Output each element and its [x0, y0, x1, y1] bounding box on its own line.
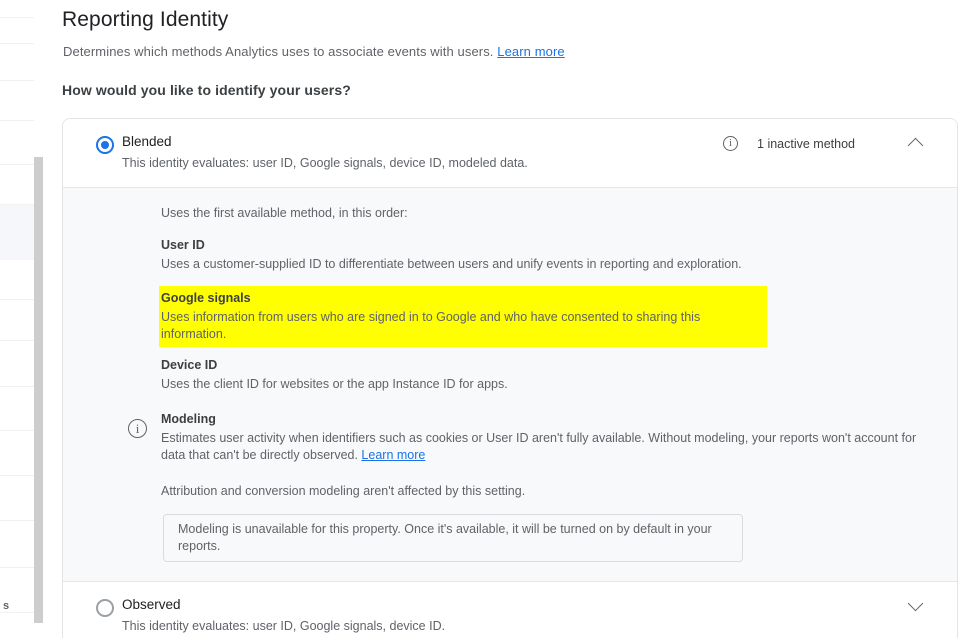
sidebar-row[interactable]	[0, 341, 34, 387]
identity-question-label: How would you like to identify your user…	[62, 82, 351, 98]
sidebar-row[interactable]	[0, 18, 34, 44]
method-device-id-desc: Uses the client ID for websites or the a…	[161, 376, 957, 393]
info-icon: i	[128, 419, 147, 438]
radio-blended[interactable]	[96, 136, 114, 154]
modeling-title: Modeling	[161, 411, 921, 428]
sidebar-row[interactable]	[0, 260, 34, 300]
sidebar-partial: s	[0, 0, 34, 638]
method-user-id: User ID Uses a customer-supplied ID to d…	[161, 237, 957, 273]
main-content: Reporting Identity Determines which meth…	[62, 0, 975, 638]
method-user-id-name: User ID	[161, 237, 957, 254]
sidebar-row[interactable]	[0, 121, 34, 165]
option-observed-header[interactable]: Observed This identity evaluates: user I…	[63, 582, 957, 638]
option-blended-body: Uses the first available method, in this…	[63, 188, 957, 581]
methods-intro: Uses the first available method, in this…	[161, 205, 957, 221]
method-device-id-name: Device ID	[161, 357, 957, 374]
sidebar-row[interactable]	[0, 0, 34, 18]
attribution-note: Attribution and conversion modeling aren…	[161, 483, 957, 500]
modeling-desc-text: Estimates user activity when identifiers…	[161, 431, 916, 462]
reporting-identity-screen: s Reporting Identity Determines which me…	[0, 0, 975, 638]
info-icon[interactable]: i	[723, 136, 738, 151]
method-google-signals-name: Google signals	[161, 290, 765, 307]
sidebar-row-selected[interactable]	[0, 205, 34, 260]
sidebar-row[interactable]	[0, 300, 34, 341]
sidebar-row[interactable]	[0, 81, 34, 121]
sidebar-row[interactable]	[0, 165, 34, 205]
sidebar-scrollbar-thumb[interactable]	[34, 157, 43, 623]
option-blended-header[interactable]: Blended This identity evaluates: user ID…	[63, 119, 957, 187]
option-blended-title: Blended	[122, 133, 528, 151]
modeling-learn-more-link[interactable]: Learn more	[361, 448, 425, 462]
method-google-signals-highlighted: Google signals Uses information from use…	[159, 286, 767, 347]
sidebar-row[interactable]	[0, 476, 34, 521]
identity-options-card: Blended This identity evaluates: user ID…	[62, 118, 958, 638]
option-observed-subtitle: This identity evaluates: user ID, Google…	[122, 618, 445, 635]
inactive-method-badge: 1 inactive method	[757, 137, 855, 151]
option-observed-title: Observed	[122, 596, 445, 614]
modeling-unavailable-notice: Modeling is unavailable for this propert…	[163, 514, 743, 562]
option-blended-header-right: i 1 inactive method	[723, 136, 957, 151]
sidebar-row[interactable]	[0, 431, 34, 476]
sidebar-row[interactable]	[0, 521, 34, 568]
radio-observed[interactable]	[96, 599, 114, 617]
method-google-signals-desc: Uses information from users who are sign…	[161, 309, 765, 343]
method-user-id-desc: Uses a customer-supplied ID to different…	[161, 256, 957, 273]
page-description: Determines which methods Analytics uses …	[63, 44, 565, 59]
option-observed-header-right	[855, 599, 957, 613]
sidebar-truncated-label: s	[3, 600, 9, 612]
modeling-desc: Estimates user activity when identifiers…	[161, 430, 921, 464]
chevron-up-icon[interactable]	[909, 137, 923, 151]
page-title: Reporting Identity	[62, 8, 228, 32]
method-device-id: Device ID Uses the client ID for website…	[161, 357, 957, 393]
option-blended-subtitle: This identity evaluates: user ID, Google…	[122, 155, 528, 172]
sidebar-row[interactable]	[0, 44, 34, 81]
sidebar-row[interactable]	[0, 387, 34, 431]
chevron-down-icon[interactable]	[909, 599, 923, 613]
modeling-block: i Modeling Estimates user activity when …	[161, 411, 921, 464]
learn-more-link[interactable]: Learn more	[497, 44, 564, 59]
page-description-text: Determines which methods Analytics uses …	[63, 44, 497, 59]
